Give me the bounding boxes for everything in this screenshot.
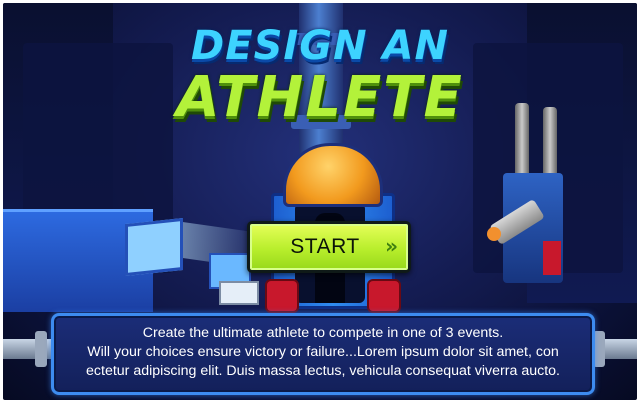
double-chevron-right-icon: » <box>385 234 398 258</box>
chamber-base-left <box>265 279 299 313</box>
description-line: Create the ultimate athlete to compete i… <box>142 325 504 341</box>
game-screen: DESIGN AN ATHLETE START » Create the ult… <box>3 3 637 400</box>
console-monitor <box>125 217 183 277</box>
start-button[interactable]: START » <box>247 221 411 273</box>
description-panel: Create the ultimate athlete to compete i… <box>51 313 595 395</box>
nozzle-light <box>487 227 501 241</box>
title-line-1: DESIGN AN <box>191 23 449 69</box>
start-button-label: START <box>290 235 360 258</box>
robot-arm-red-panel <box>543 241 561 275</box>
description-text: Create the ultimate athlete to compete i… <box>62 324 584 381</box>
chamber-dome <box>283 143 383 207</box>
description-line: ectetur adipiscing elit. Duis massa lect… <box>86 363 560 379</box>
title-line-2: ATHLETE <box>176 65 464 130</box>
description-line: Will your choices ensure victory or fail… <box>87 344 559 360</box>
panel-valve-left <box>35 331 47 367</box>
game-title: DESIGN AN ATHLETE <box>3 25 637 127</box>
console-panel <box>219 281 259 305</box>
chamber-base-right <box>367 279 401 313</box>
